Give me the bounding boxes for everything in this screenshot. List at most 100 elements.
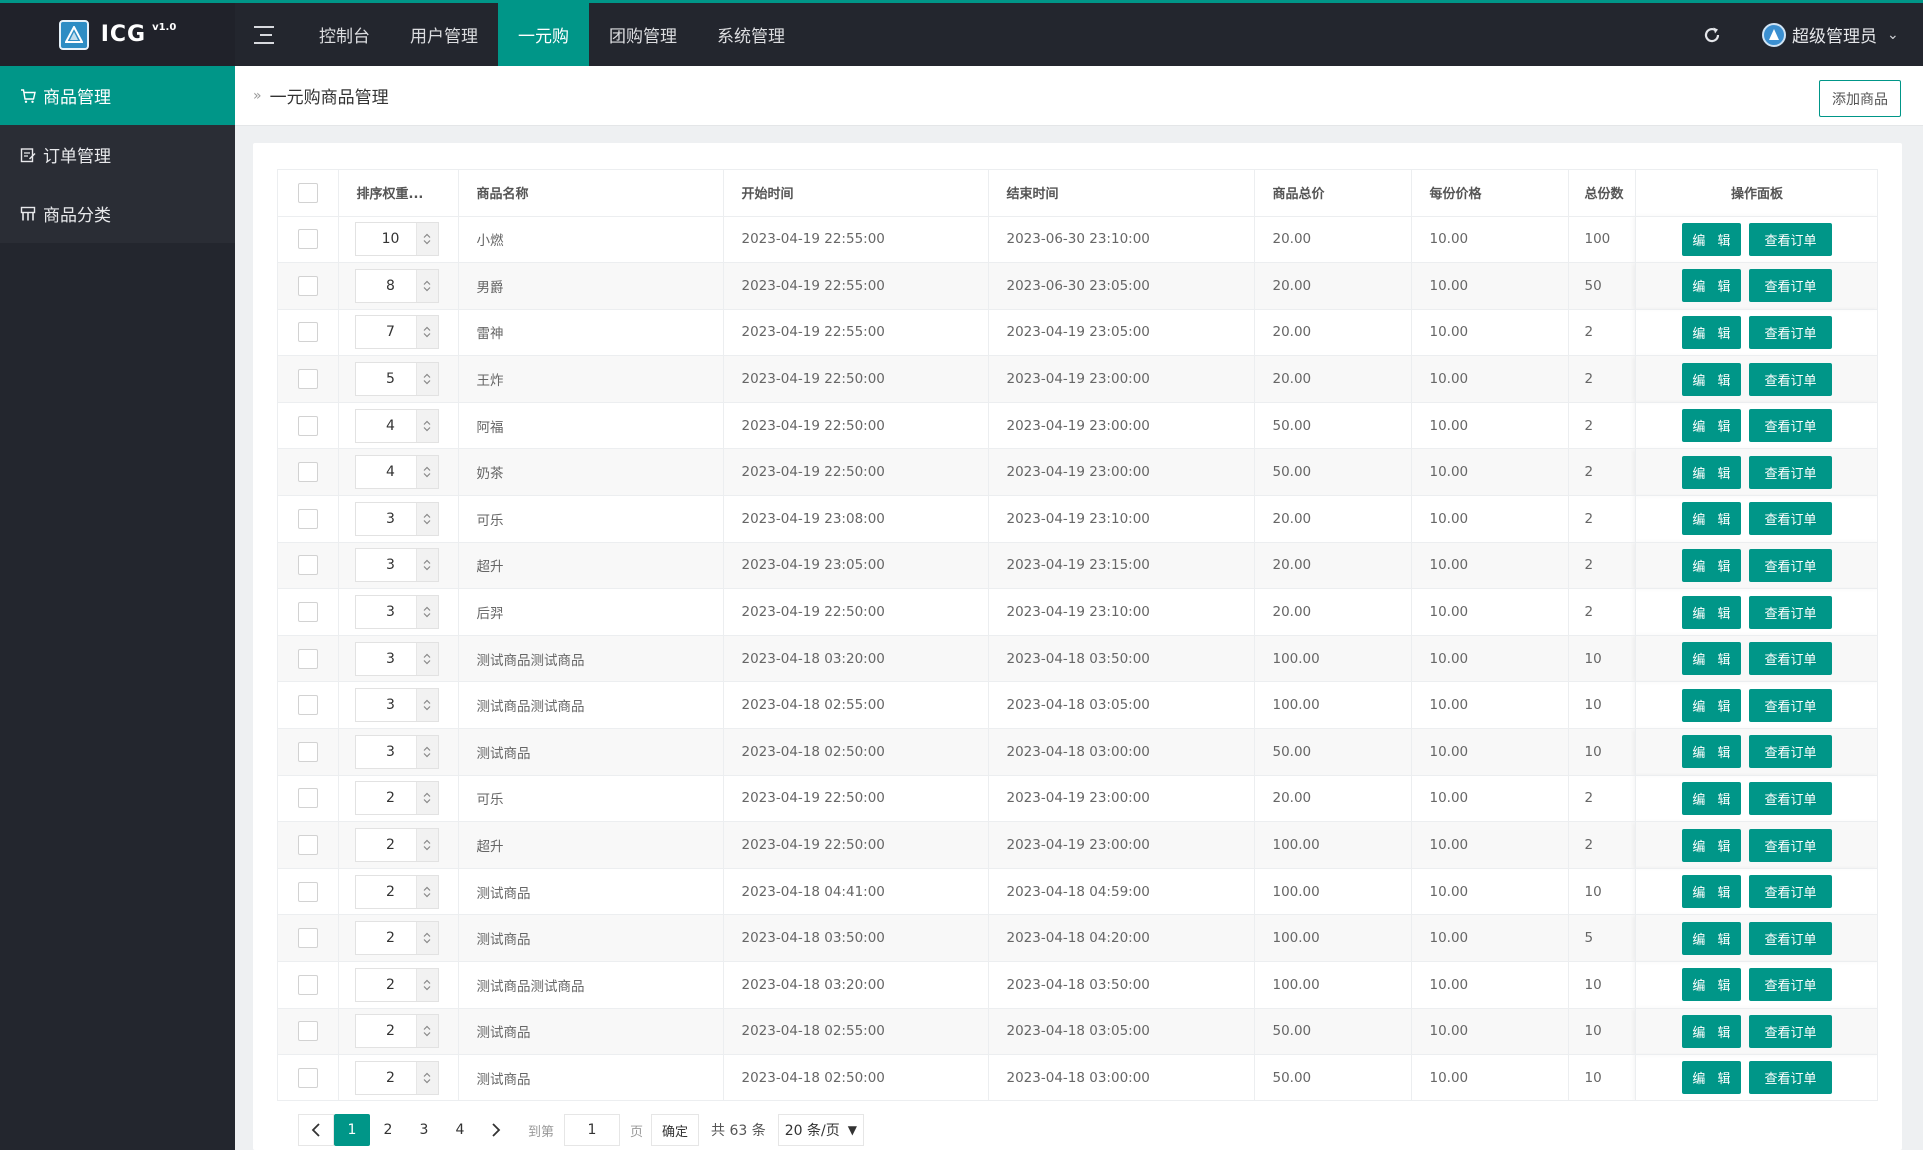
page-number-button[interactable]: 2 [370, 1114, 406, 1146]
weight-stepper[interactable]: 2 [354, 781, 439, 816]
view-orders-button[interactable]: 查看订单 [1749, 921, 1832, 955]
stepper-arrows-icon[interactable] [415, 922, 438, 955]
edit-button[interactable]: 编 辑 [1682, 968, 1741, 1002]
row-checkbox[interactable] [297, 322, 318, 343]
stepper-arrows-icon[interactable] [415, 409, 438, 442]
weight-stepper[interactable]: 2 [354, 1060, 439, 1095]
stepper-arrows-icon[interactable] [415, 829, 438, 862]
row-checkbox[interactable] [297, 415, 318, 436]
weight-stepper[interactable]: 4 [354, 408, 439, 443]
header-start[interactable]: 开始时间 [723, 170, 989, 217]
view-orders-button[interactable]: 查看订单 [1749, 828, 1832, 862]
weight-stepper[interactable]: 3 [354, 595, 439, 630]
header-weight[interactable]: 排序权重... [338, 170, 459, 217]
edit-button[interactable]: 编 辑 [1682, 921, 1741, 955]
weight-value[interactable]: 2 [356, 837, 416, 853]
view-orders-button[interactable]: 查看订单 [1749, 1061, 1832, 1095]
weight-stepper[interactable]: 10 [354, 222, 439, 257]
weight-value[interactable]: 2 [356, 1023, 416, 1039]
row-checkbox[interactable] [297, 788, 318, 809]
weight-stepper[interactable]: 2 [354, 1014, 439, 1049]
weight-value[interactable]: 8 [356, 278, 416, 294]
add-product-button[interactable]: 添加商品 [1819, 80, 1901, 117]
prev-page-icon[interactable] [298, 1114, 334, 1146]
stepper-arrows-icon[interactable] [415, 1061, 438, 1094]
sidebar-item[interactable]: 订单管理 [0, 125, 235, 184]
next-page-icon[interactable] [478, 1114, 514, 1146]
row-checkbox[interactable] [297, 881, 318, 902]
view-orders-button[interactable]: 查看订单 [1749, 548, 1832, 582]
stepper-arrows-icon[interactable] [415, 875, 438, 908]
view-orders-button[interactable]: 查看订单 [1749, 315, 1832, 349]
row-checkbox[interactable] [297, 555, 318, 576]
weight-value[interactable]: 2 [356, 790, 416, 806]
nav-item[interactable]: 控制台 [299, 3, 390, 66]
edit-button[interactable]: 编 辑 [1682, 409, 1741, 443]
weight-value[interactable]: 2 [356, 1070, 416, 1086]
select-all-checkbox[interactable] [297, 182, 318, 203]
stepper-arrows-icon[interactable] [415, 223, 438, 256]
weight-stepper[interactable]: 2 [354, 828, 439, 863]
weight-value[interactable]: 3 [356, 557, 416, 573]
row-checkbox[interactable] [297, 508, 318, 529]
header-total-price[interactable]: 商品总价 [1254, 170, 1412, 217]
jump-confirm-button[interactable]: 确定 [651, 1114, 700, 1146]
stepper-arrows-icon[interactable] [415, 269, 438, 302]
weight-value[interactable]: 3 [356, 511, 416, 527]
edit-button[interactable]: 编 辑 [1682, 875, 1741, 909]
row-checkbox[interactable] [297, 741, 318, 762]
edit-button[interactable]: 编 辑 [1682, 1014, 1741, 1048]
view-orders-button[interactable]: 查看订单 [1749, 688, 1832, 722]
edit-button[interactable]: 编 辑 [1682, 455, 1741, 489]
row-checkbox[interactable] [297, 1067, 318, 1088]
row-checkbox[interactable] [297, 369, 318, 390]
edit-button[interactable]: 编 辑 [1682, 315, 1741, 349]
weight-value[interactable]: 2 [356, 884, 416, 900]
view-orders-button[interactable]: 查看订单 [1749, 502, 1832, 536]
edit-button[interactable]: 编 辑 [1682, 1061, 1741, 1095]
weight-value[interactable]: 3 [356, 651, 416, 667]
weight-value[interactable]: 7 [356, 324, 416, 340]
stepper-arrows-icon[interactable] [415, 456, 438, 489]
row-checkbox[interactable] [297, 648, 318, 669]
stepper-arrows-icon[interactable] [415, 363, 438, 396]
view-orders-button[interactable]: 查看订单 [1749, 595, 1832, 629]
jump-page-input[interactable]: 1 [564, 1114, 621, 1146]
view-orders-button[interactable]: 查看订单 [1749, 455, 1832, 489]
header-end[interactable]: 结束时间 [988, 170, 1255, 217]
weight-stepper[interactable]: 3 [354, 548, 439, 583]
row-checkbox[interactable] [297, 462, 318, 483]
weight-stepper[interactable]: 2 [354, 874, 439, 909]
stepper-arrows-icon[interactable] [415, 689, 438, 722]
sidebar-item[interactable]: 商品管理 [0, 66, 235, 125]
stepper-arrows-icon[interactable] [415, 596, 438, 629]
stepper-arrows-icon[interactable] [415, 735, 438, 768]
row-checkbox[interactable] [297, 602, 318, 623]
view-orders-button[interactable]: 查看订单 [1749, 222, 1832, 256]
stepper-arrows-icon[interactable] [415, 642, 438, 675]
view-orders-button[interactable]: 查看订单 [1749, 968, 1832, 1002]
nav-item[interactable]: 一元购 [498, 3, 589, 66]
page-number-button[interactable]: 4 [442, 1114, 478, 1146]
row-checkbox[interactable] [297, 928, 318, 949]
edit-button[interactable]: 编 辑 [1682, 781, 1741, 815]
header-total-count[interactable]: 总份数 [1568, 170, 1636, 217]
weight-value[interactable]: 4 [356, 418, 416, 434]
header-unit-price[interactable]: 每份价格 [1411, 170, 1569, 217]
stepper-arrows-icon[interactable] [415, 782, 438, 815]
view-orders-button[interactable]: 查看订单 [1749, 269, 1832, 303]
edit-button[interactable]: 编 辑 [1682, 642, 1741, 676]
weight-value[interactable]: 4 [356, 464, 416, 480]
row-checkbox[interactable] [297, 275, 318, 296]
stepper-arrows-icon[interactable] [415, 1015, 438, 1048]
weight-stepper[interactable]: 5 [354, 362, 439, 397]
edit-button[interactable]: 编 辑 [1682, 502, 1741, 536]
edit-button[interactable]: 编 辑 [1682, 688, 1741, 722]
weight-stepper[interactable]: 4 [354, 455, 439, 490]
weight-value[interactable]: 10 [356, 231, 416, 247]
weight-stepper[interactable]: 3 [354, 641, 439, 676]
edit-button[interactable]: 编 辑 [1682, 735, 1741, 769]
nav-item[interactable]: 用户管理 [390, 3, 498, 66]
stepper-arrows-icon[interactable] [415, 502, 438, 535]
page-number-button[interactable]: 1 [334, 1114, 370, 1146]
